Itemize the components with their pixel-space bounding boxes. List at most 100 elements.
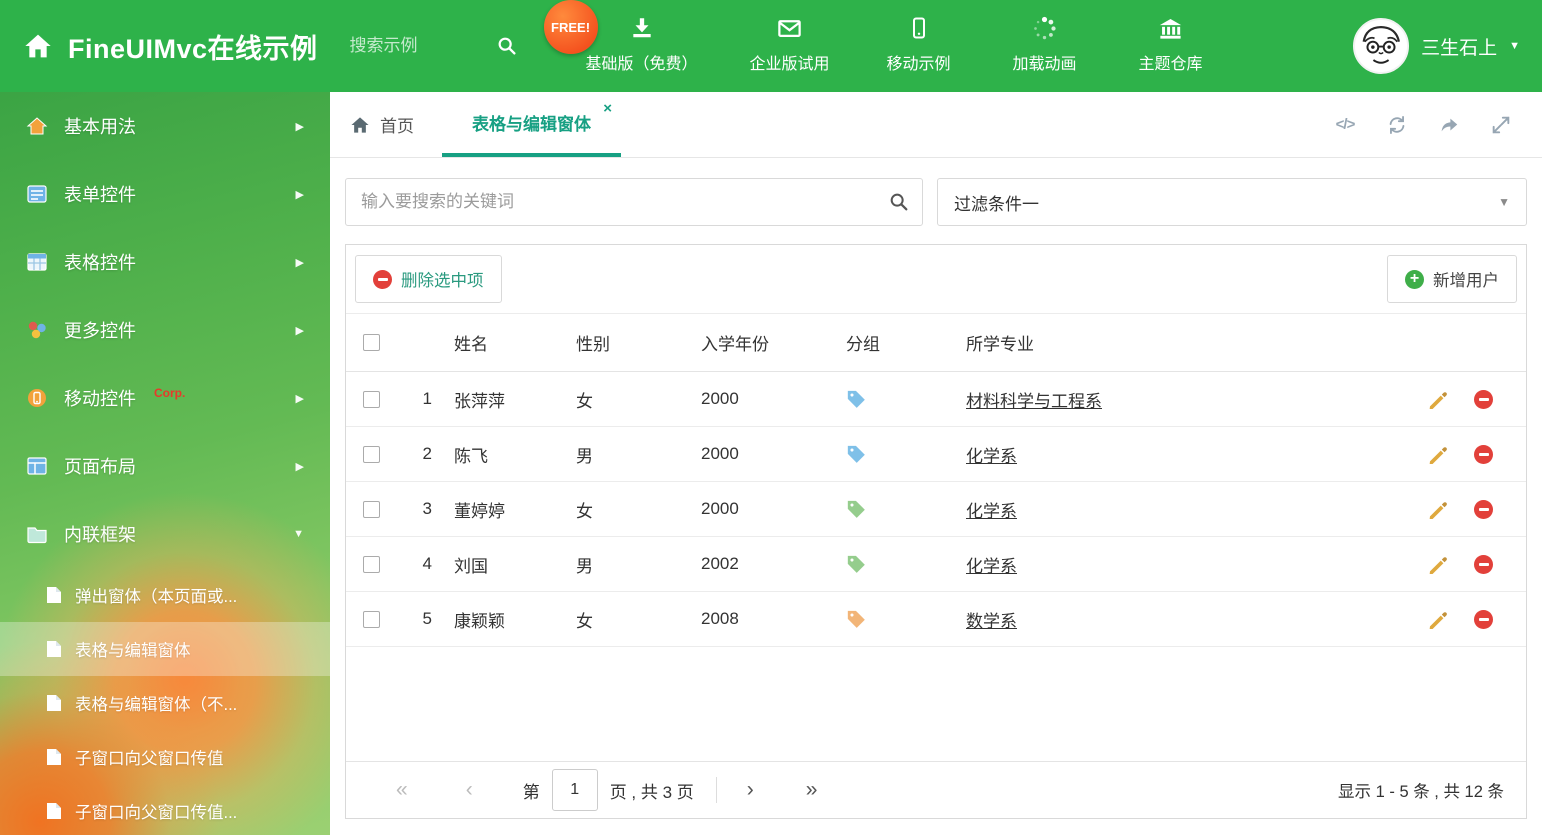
sidebar-item-label: 表格控件: [64, 253, 136, 273]
sidebar-subitem-label: 表格与编辑窗体（不...: [75, 696, 238, 714]
nav-item-basic-free[interactable]: FREE! 基础版（免费）: [543, 0, 698, 74]
nav-label: 企业版试用: [749, 56, 830, 73]
row-checkbox[interactable]: [362, 390, 380, 408]
sidebar: 基本用法 ▶ 表单控件 ▶ 表格控件 ▶ 更多控件 ▶ 移动控件 Corp. ▶…: [0, 92, 330, 835]
col-group-header: 分组: [846, 335, 880, 354]
cell-name: 刘国: [454, 556, 488, 576]
row-index: 4: [422, 554, 432, 573]
delete-icon[interactable]: [1474, 499, 1493, 519]
delete-icon[interactable]: [1474, 554, 1493, 574]
prev-page-button[interactable]: ‹: [458, 778, 481, 802]
edit-icon[interactable]: [1428, 444, 1448, 464]
page-label-prefix: 第: [522, 782, 540, 802]
delete-icon[interactable]: [1474, 609, 1493, 629]
nav-item-theme-repo[interactable]: 主题仓库: [1134, 14, 1208, 74]
tab-active-label: 表格与编辑窗体: [472, 115, 591, 134]
row-checkbox[interactable]: [362, 610, 380, 628]
major-link[interactable]: 化学系: [966, 502, 1017, 521]
mobile-controls-icon: [26, 387, 48, 409]
keyword-search-field[interactable]: [345, 178, 923, 226]
sidebar-item-label: 表单控件: [64, 185, 136, 205]
plus-circle-icon: [1405, 269, 1424, 289]
layout-icon: [26, 455, 48, 477]
row-checkbox[interactable]: [362, 445, 380, 463]
row-checkbox[interactable]: [362, 555, 380, 573]
page-number-input[interactable]: [551, 769, 598, 811]
keyword-search-input[interactable]: [345, 178, 923, 226]
share-icon[interactable]: [1438, 114, 1460, 136]
avatar: [1353, 18, 1410, 74]
spinner-icon: [1031, 14, 1058, 42]
nav-item-mobile-demo[interactable]: 移动示例: [882, 14, 956, 74]
search-icon[interactable]: [496, 35, 518, 57]
sidebar-item-label: 移动控件: [64, 389, 136, 409]
major-link[interactable]: 化学系: [966, 447, 1017, 466]
nav-item-loading[interactable]: 加载动画: [1008, 14, 1082, 74]
search-icon[interactable]: [888, 191, 910, 213]
major-link[interactable]: 数学系: [966, 612, 1017, 631]
close-icon[interactable]: ×: [603, 101, 612, 116]
sidebar-item-grid-controls[interactable]: 表格控件 ▶: [0, 228, 330, 296]
expand-icon[interactable]: [1490, 114, 1512, 136]
cell-name: 陈飞: [454, 446, 488, 466]
view-source-icon[interactable]: </>: [1334, 114, 1356, 136]
col-gender-header: 性别: [576, 335, 610, 354]
select-all-checkbox[interactable]: [362, 334, 380, 351]
first-page-button[interactable]: «: [388, 778, 416, 802]
sidebar-item-label: 更多控件: [64, 321, 136, 341]
file-icon: [46, 802, 62, 820]
major-link[interactable]: 化学系: [966, 557, 1017, 576]
sidebar-subitem-grid-edit-window[interactable]: 表格与编辑窗体: [0, 622, 330, 676]
sidebar-item-page-layout[interactable]: 页面布局 ▶: [0, 432, 330, 500]
header-search[interactable]: [349, 35, 518, 57]
sidebar-item-basic-usage[interactable]: 基本用法 ▶: [0, 92, 330, 160]
file-icon: [46, 694, 62, 712]
tab-home[interactable]: 首页: [330, 92, 442, 157]
next-page-button[interactable]: ›: [739, 778, 762, 802]
sidebar-subitem-popup-window[interactable]: 弹出窗体（本页面或...: [0, 568, 330, 622]
chevron-right-icon: ▶: [295, 392, 304, 405]
cell-gender: 女: [576, 611, 593, 631]
table-icon: [26, 251, 48, 273]
filter-dropdown[interactable]: 过滤条件一 ▼: [937, 178, 1527, 226]
delete-icon[interactable]: [1474, 389, 1493, 409]
tag-icon: [846, 389, 866, 409]
header-search-input[interactable]: [349, 36, 490, 56]
table-row: 3 董婷婷 女 2000 化学系: [346, 482, 1526, 537]
last-page-button[interactable]: »: [798, 778, 826, 802]
sidebar-subitem-grid-edit-window-2[interactable]: 表格与编辑窗体（不...: [0, 676, 330, 730]
tab-tools: </>: [1334, 92, 1542, 157]
edit-icon[interactable]: [1428, 499, 1448, 519]
table-row: 5 康颖颖 女 2008 数学系: [346, 592, 1526, 647]
col-name-header: 姓名: [454, 335, 488, 354]
edit-icon[interactable]: [1428, 389, 1448, 409]
brand[interactable]: FineUIMvc在线示例: [22, 27, 318, 66]
delete-selected-button[interactable]: 删除选中项: [355, 255, 502, 303]
sidebar-subitem-child-to-parent-2[interactable]: 子窗口向父窗口传值...: [0, 784, 330, 835]
user-menu[interactable]: 三生石上 ▼: [1353, 18, 1520, 74]
cell-year: 2000: [701, 444, 739, 463]
sidebar-item-more-controls[interactable]: 更多控件 ▶: [0, 296, 330, 364]
sidebar-item-form-controls[interactable]: 表单控件 ▶: [0, 160, 330, 228]
file-icon: [46, 748, 62, 766]
free-badge: FREE!: [543, 0, 598, 54]
edit-icon[interactable]: [1428, 609, 1448, 629]
edit-icon[interactable]: [1428, 554, 1448, 574]
nav-item-enterprise[interactable]: 企业版试用: [750, 14, 830, 74]
chevron-down-icon: ▼: [1498, 195, 1510, 209]
mail-icon: [776, 14, 803, 42]
sidebar-item-mobile-controls[interactable]: 移动控件 Corp. ▶: [0, 364, 330, 432]
row-checkbox[interactable]: [362, 500, 380, 518]
nav-label: 主题仓库: [1138, 56, 1203, 73]
tab-bar: 首页 表格与编辑窗体 × </>: [330, 92, 1542, 158]
sidebar-subitem-child-to-parent[interactable]: 子窗口向父窗口传值: [0, 730, 330, 784]
row-index: 2: [422, 444, 432, 463]
tab-grid-edit-window[interactable]: 表格与编辑窗体 ×: [442, 92, 621, 157]
app-window: FineUIMvc在线示例 FREE! 基础版（免费） 企业版试用: [0, 0, 1542, 835]
delete-icon[interactable]: [1474, 444, 1493, 464]
add-user-button[interactable]: 新增用户: [1387, 255, 1517, 303]
chevron-down-icon: ▼: [293, 528, 304, 540]
major-link[interactable]: 材料科学与工程系: [966, 392, 1102, 411]
sidebar-item-inline-frame[interactable]: 内联框架 ▼: [0, 500, 330, 568]
refresh-icon[interactable]: [1386, 114, 1408, 136]
